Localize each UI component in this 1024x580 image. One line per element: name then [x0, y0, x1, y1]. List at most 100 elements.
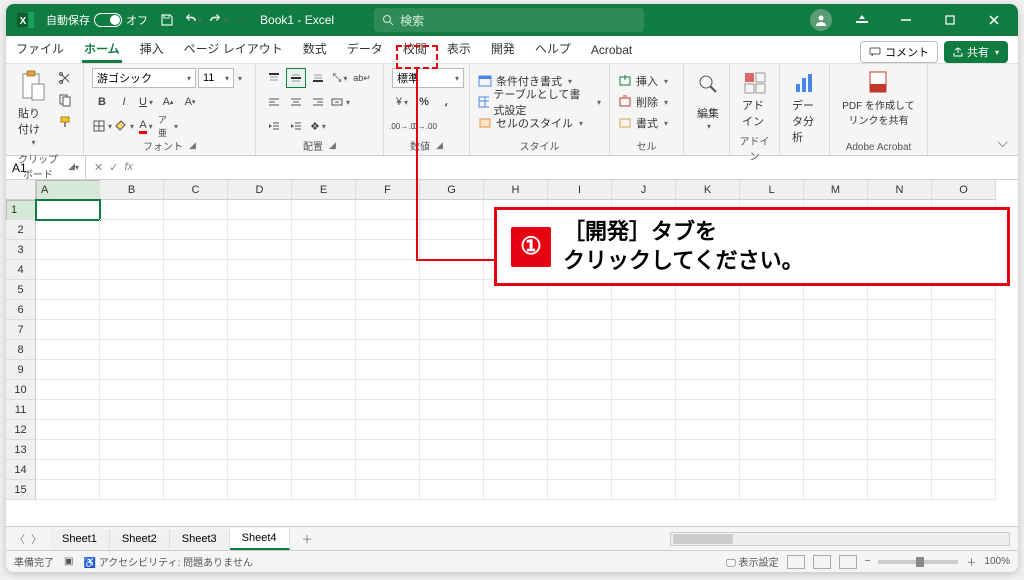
- row-header[interactable]: 12: [6, 420, 36, 440]
- cell[interactable]: [100, 220, 164, 240]
- tab-data[interactable]: データ: [337, 36, 393, 63]
- redo-button[interactable]: ▾: [210, 11, 228, 29]
- cell[interactable]: [612, 480, 676, 500]
- sheet-tab[interactable]: Sheet4: [230, 528, 290, 550]
- cell[interactable]: [548, 420, 612, 440]
- font-launcher[interactable]: ◢: [189, 140, 196, 151]
- cell[interactable]: [36, 260, 100, 280]
- cell[interactable]: [804, 340, 868, 360]
- display-settings[interactable]: 🖵 表示設定: [726, 554, 778, 569]
- cell[interactable]: [868, 340, 932, 360]
- cell[interactable]: [164, 400, 228, 420]
- cell[interactable]: [356, 460, 420, 480]
- increase-indent-button[interactable]: [286, 116, 306, 136]
- cell[interactable]: [100, 260, 164, 280]
- cell[interactable]: [548, 380, 612, 400]
- cell[interactable]: [484, 340, 548, 360]
- cell[interactable]: [676, 360, 740, 380]
- cell[interactable]: [356, 400, 420, 420]
- cell[interactable]: [676, 460, 740, 480]
- cell[interactable]: [868, 320, 932, 340]
- cell[interactable]: [164, 260, 228, 280]
- cell[interactable]: [356, 320, 420, 340]
- cell[interactable]: [356, 380, 420, 400]
- cell[interactable]: [356, 340, 420, 360]
- cell[interactable]: [740, 380, 804, 400]
- cell[interactable]: [292, 380, 356, 400]
- cell[interactable]: [164, 380, 228, 400]
- cell[interactable]: [100, 200, 164, 220]
- cell[interactable]: [36, 220, 100, 240]
- align-left-button[interactable]: [264, 92, 284, 112]
- row-header[interactable]: 5: [6, 280, 36, 300]
- close-button[interactable]: [974, 4, 1014, 36]
- format-as-table-button[interactable]: テーブルとして書式設定▾: [478, 93, 601, 111]
- cell[interactable]: [164, 300, 228, 320]
- cell[interactable]: [292, 340, 356, 360]
- cell[interactable]: [548, 340, 612, 360]
- cell[interactable]: [36, 300, 100, 320]
- cell[interactable]: [484, 460, 548, 480]
- cell[interactable]: [804, 320, 868, 340]
- cell[interactable]: [36, 320, 100, 340]
- increase-font-button[interactable]: A▴: [158, 92, 178, 112]
- add-sheet-button[interactable]: ＋: [290, 531, 325, 547]
- maximize-button[interactable]: [930, 4, 970, 36]
- view-normal-button[interactable]: [787, 555, 805, 569]
- row-header[interactable]: 6: [6, 300, 36, 320]
- cell[interactable]: [292, 460, 356, 480]
- column-header[interactable]: E: [292, 180, 356, 200]
- cell[interactable]: [548, 300, 612, 320]
- paste-button[interactable]: 貼り付け ▾: [14, 68, 51, 149]
- cell[interactable]: [932, 480, 996, 500]
- cell[interactable]: [484, 400, 548, 420]
- cell[interactable]: [356, 440, 420, 460]
- cell[interactable]: [420, 200, 484, 220]
- cell[interactable]: [484, 360, 548, 380]
- cell[interactable]: [868, 460, 932, 480]
- row-header[interactable]: 13: [6, 440, 36, 460]
- insert-function-button[interactable]: fx: [124, 161, 133, 174]
- cell[interactable]: [164, 280, 228, 300]
- tab-home[interactable]: ホーム: [74, 36, 130, 63]
- cell[interactable]: [676, 420, 740, 440]
- cell[interactable]: [612, 400, 676, 420]
- cell[interactable]: [420, 440, 484, 460]
- cell[interactable]: [420, 400, 484, 420]
- cell[interactable]: [164, 340, 228, 360]
- cell[interactable]: [868, 480, 932, 500]
- font-size-select[interactable]: 11▾: [198, 68, 234, 88]
- cell[interactable]: [356, 480, 420, 500]
- zoom-in-button[interactable]: ＋: [966, 554, 976, 569]
- column-header[interactable]: A: [36, 180, 100, 200]
- bold-button[interactable]: B: [92, 92, 112, 112]
- cell[interactable]: [100, 300, 164, 320]
- column-header[interactable]: J: [612, 180, 676, 200]
- cell[interactable]: [612, 380, 676, 400]
- cell[interactable]: [804, 400, 868, 420]
- cell[interactable]: [548, 400, 612, 420]
- macro-record-icon[interactable]: ▣: [64, 556, 73, 567]
- phonetic-button[interactable]: ア亜▾: [158, 116, 178, 136]
- copy-button[interactable]: [55, 90, 75, 110]
- cell[interactable]: [804, 460, 868, 480]
- collapse-ribbon-button[interactable]: ⌵: [997, 134, 1008, 151]
- cell[interactable]: [548, 320, 612, 340]
- orientation2-button[interactable]: ❖▾: [308, 116, 328, 136]
- cell[interactable]: [292, 480, 356, 500]
- cell[interactable]: [100, 480, 164, 500]
- row-header[interactable]: 8: [6, 340, 36, 360]
- cell[interactable]: [36, 380, 100, 400]
- align-launcher[interactable]: ◢: [329, 140, 336, 151]
- number-format-select[interactable]: 標準▾: [392, 68, 464, 88]
- cell[interactable]: [164, 360, 228, 380]
- cell[interactable]: [932, 320, 996, 340]
- cell[interactable]: [228, 240, 292, 260]
- format-painter-button[interactable]: [55, 112, 75, 132]
- orientation-button[interactable]: ⤡▾: [330, 68, 350, 88]
- cell[interactable]: [228, 220, 292, 240]
- format-cells-button[interactable]: 書式▾: [618, 114, 668, 132]
- decrease-font-button[interactable]: A▾: [180, 92, 200, 112]
- cell[interactable]: [548, 440, 612, 460]
- cell[interactable]: [676, 440, 740, 460]
